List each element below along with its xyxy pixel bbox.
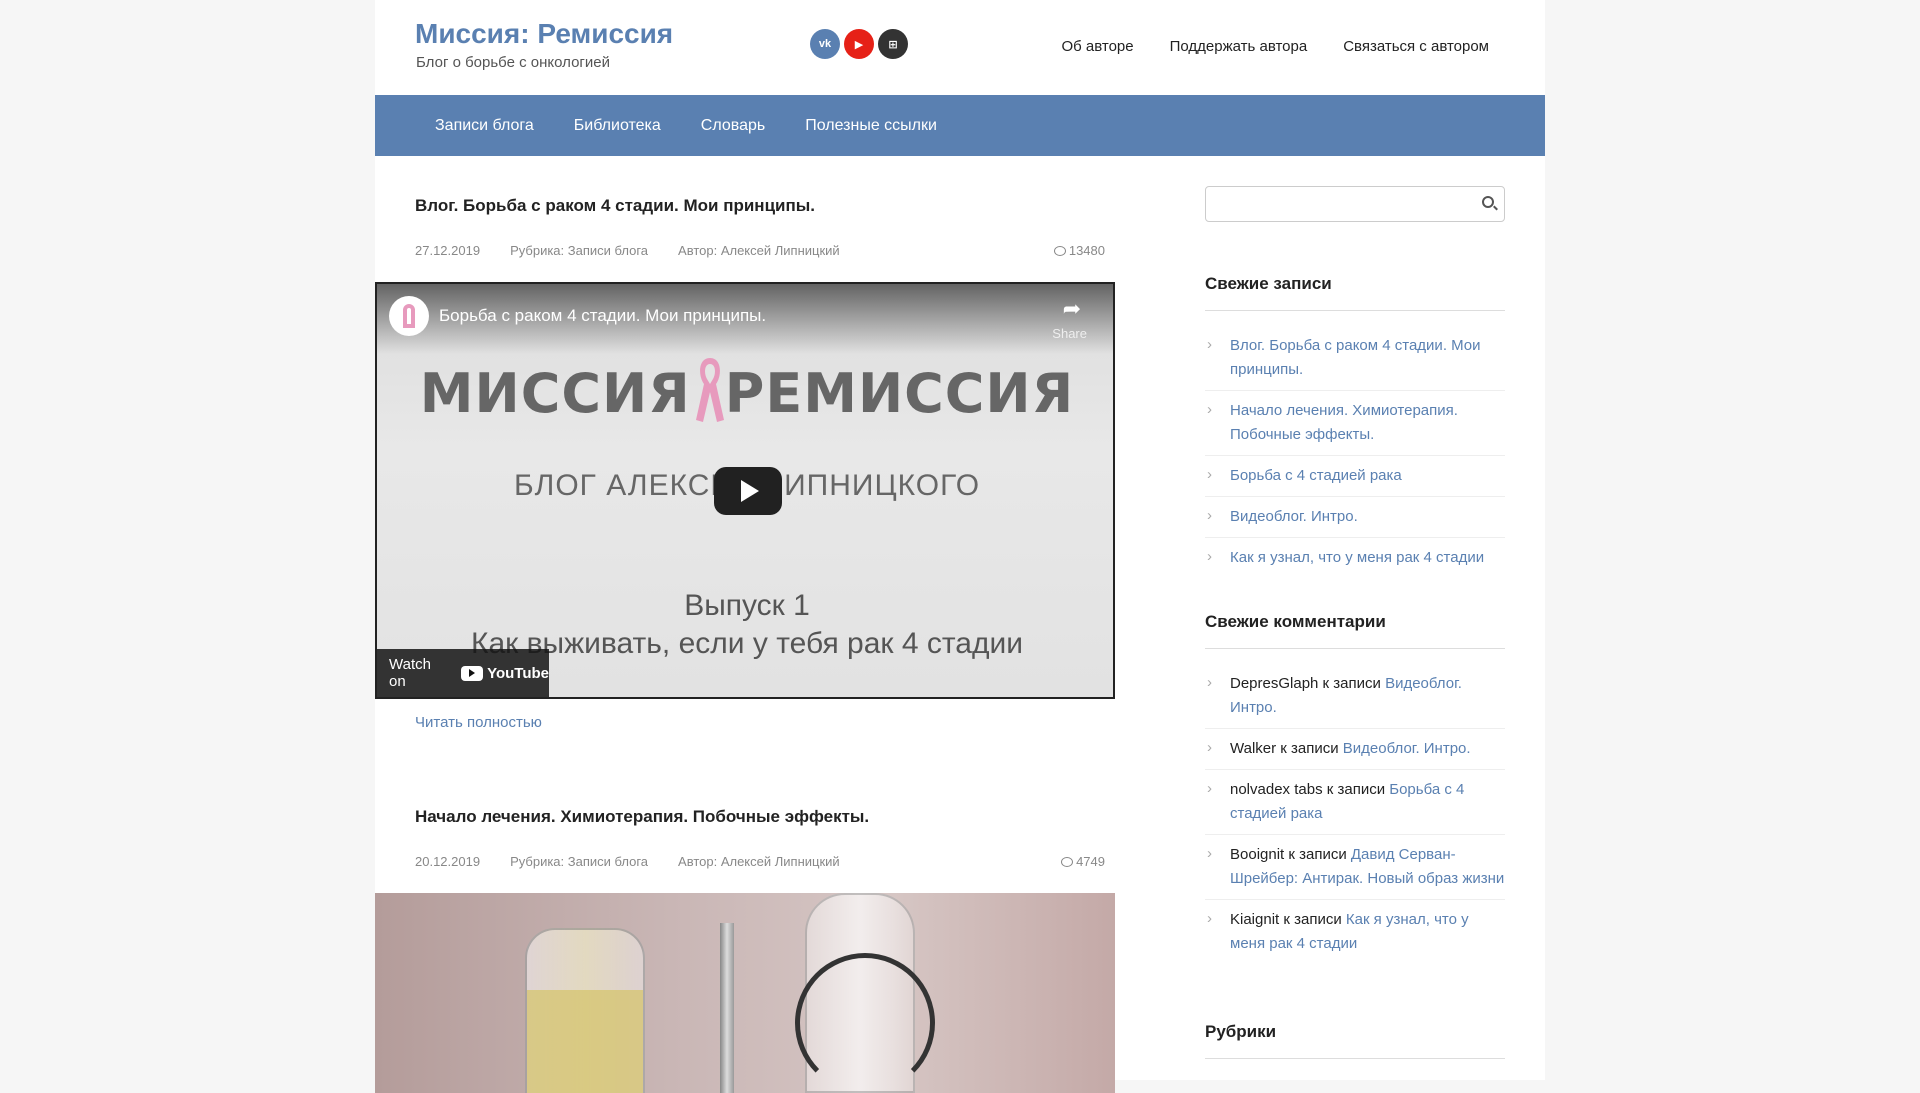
wire-holder-image: [795, 953, 935, 1093]
site-header: Миссия: Ремиссия Блог о борьбе с онколог…: [375, 0, 1545, 95]
recent-post-link[interactable]: Борьба с 4 стадией рака: [1230, 467, 1402, 484]
post-author[interactable]: Автор: Алексей Липницкий: [678, 854, 840, 869]
social-links: vk ▶ ⊞: [810, 29, 908, 59]
comment-icon: [1061, 857, 1074, 867]
main-nav-links[interactable]: Полезные ссылки: [805, 117, 937, 135]
comment-author: DepresGlaph: [1230, 675, 1319, 692]
recent-posts-list: Влог. Борьба с раком 4 стадии. Мои принц…: [1205, 326, 1505, 578]
recent-comments-title: Свежие комментарии: [1205, 612, 1505, 649]
main-nav: Записи блога Библиотека Словарь Полезные…: [375, 95, 1545, 156]
watch-on-youtube-button[interactable]: Watch on YouTube: [377, 649, 549, 697]
vk-icon[interactable]: vk: [810, 29, 840, 59]
iv-bottle-image: [525, 928, 645, 1093]
list-item: DepresGlaph к записи Видеоблог. Интро.: [1205, 664, 1505, 729]
recent-post-link[interactable]: Как я узнал, что у меня рак 4 стадии: [1230, 549, 1484, 566]
youtube-video-embed[interactable]: МИССИЯ РЕМИССИЯ БЛОГ АЛЕКСЕЯ ЛИПНИЦКОГО В…: [375, 282, 1115, 699]
recent-post-link[interactable]: Начало лечения. Химиотерапия. Побочные э…: [1230, 402, 1458, 443]
list-item: nolvadex tabs к записи Борьба с 4 стадие…: [1205, 770, 1505, 835]
recent-posts-title: Свежие записи: [1205, 274, 1505, 311]
post-date: 27.12.2019: [415, 243, 481, 258]
main-nav-glossary[interactable]: Словарь: [701, 117, 765, 135]
post-category[interactable]: Рубрика: Записи блога: [510, 243, 648, 258]
video-title[interactable]: Борьба с раком 4 стадии. Мои принципы.: [439, 306, 766, 326]
comment-post-link[interactable]: Видеоблог. Интро.: [1343, 740, 1471, 757]
ribbon-icon: [403, 304, 415, 328]
read-more-link[interactable]: Читать полностью: [415, 714, 542, 731]
post-thumbnail-image[interactable]: [375, 893, 1115, 1093]
top-nav-support[interactable]: Поддержать автора: [1170, 38, 1308, 55]
comment-author: nolvadex tabs: [1230, 781, 1323, 798]
recent-post-link[interactable]: Видеоблог. Интро.: [1230, 508, 1358, 525]
recent-post-link[interactable]: Влог. Борьба с раком 4 стадии. Мои принц…: [1230, 337, 1481, 378]
share-label[interactable]: Share: [1052, 326, 1087, 341]
watch-on-label: Watch on: [389, 656, 431, 690]
page: Миссия: Ремиссия Блог о борьбе с онколог…: [375, 0, 1545, 1093]
categories-title: Рубрики: [1205, 1022, 1505, 1059]
list-item: Как я узнал, что у меня рак 4 стадии: [1205, 538, 1505, 578]
post-meta: 20.12.2019 Рубрика: Записи блога Автор: …: [415, 854, 1115, 869]
video-brand-text: МИССИЯ РЕМИССИЯ: [419, 362, 1075, 425]
post-author[interactable]: Автор: Алексей Липницкий: [678, 243, 840, 258]
post-title[interactable]: Начало лечения. Химиотерапия. Побочные э…: [415, 807, 869, 827]
top-nav-about[interactable]: Об авторе: [1061, 38, 1133, 55]
comment-author: Kiaignit: [1230, 911, 1280, 928]
odnoklassniki-icon[interactable]: ⊞: [878, 29, 908, 59]
post-meta: 27.12.2019 Рубрика: Записи блога Автор: …: [415, 243, 1115, 258]
list-item: Walker к записи Видеоблог. Интро.: [1205, 729, 1505, 770]
search-input[interactable]: [1205, 186, 1505, 222]
top-nav: Об авторе Поддержать автора Связаться с …: [1061, 38, 1489, 55]
post-date: 20.12.2019: [415, 854, 481, 869]
channel-avatar[interactable]: [389, 296, 429, 336]
search-icon[interactable]: [1482, 196, 1494, 208]
pink-ribbon-icon: [696, 358, 724, 422]
youtube-logo-icon: YouTube: [461, 665, 549, 682]
recent-comments-list: DepresGlaph к записи Видеоблог. Интро. W…: [1205, 664, 1505, 964]
share-icon[interactable]: ➦: [1063, 296, 1081, 322]
post-comments[interactable]: 4749: [1061, 854, 1105, 869]
site-description: Блог о борьбе с онкологией: [416, 54, 610, 71]
list-item: Борьба с 4 стадией рака: [1205, 456, 1505, 497]
top-nav-contact[interactable]: Связаться с автором: [1343, 38, 1489, 55]
play-button[interactable]: [714, 467, 782, 515]
site-title[interactable]: Миссия: Ремиссия: [415, 18, 673, 50]
list-item: Начало лечения. Химиотерапия. Побочные э…: [1205, 391, 1505, 456]
list-item: Влог. Борьба с раком 4 стадии. Мои принц…: [1205, 326, 1505, 391]
comment-icon: [1053, 246, 1066, 256]
post-category[interactable]: Рубрика: Записи блога: [510, 854, 648, 869]
list-item: Booignit к записи Давид Серван-Шрейбер: …: [1205, 835, 1505, 900]
post-comments[interactable]: 13480: [1053, 243, 1105, 258]
main-nav-library[interactable]: Библиотека: [574, 117, 661, 135]
list-item: Видеоблог. Интро.: [1205, 497, 1505, 538]
comment-author: Walker: [1230, 740, 1277, 757]
main-nav-blog[interactable]: Записи блога: [435, 117, 534, 135]
post-title[interactable]: Влог. Борьба с раком 4 стадии. Мои принц…: [415, 196, 815, 216]
video-episode: Выпуск 1: [684, 589, 810, 622]
youtube-icon[interactable]: ▶: [844, 29, 874, 59]
list-item: Kiaignit к записи Как я узнал, что у мен…: [1205, 900, 1505, 964]
iv-pole-image: [720, 923, 734, 1093]
comment-author: Booignit: [1230, 846, 1285, 863]
